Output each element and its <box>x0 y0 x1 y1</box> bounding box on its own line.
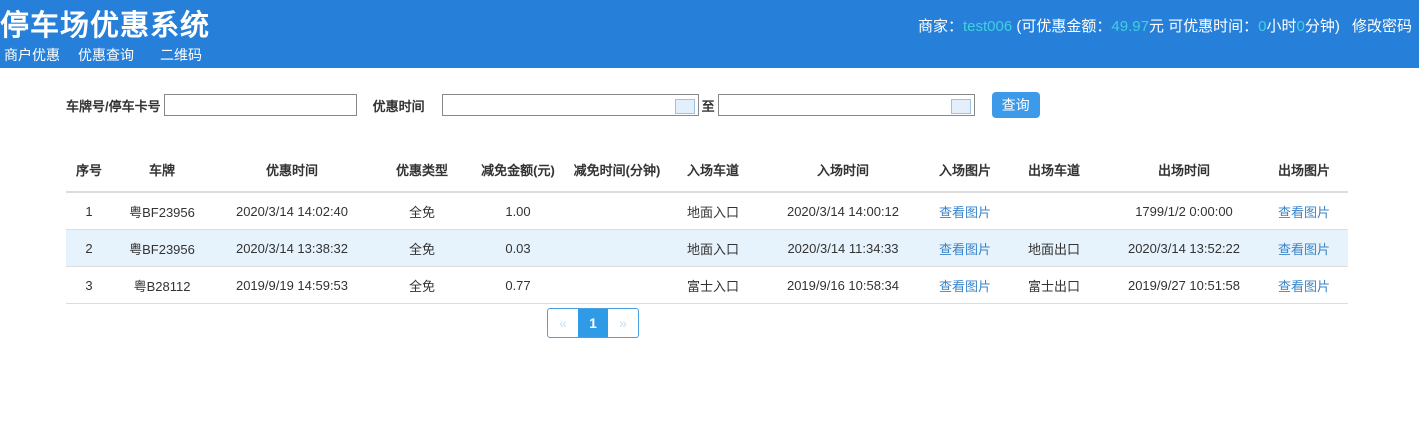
column-header: 优惠类型 <box>372 130 472 193</box>
table-cell: 1799/1/2 0:00:00 <box>1108 192 1260 230</box>
main-nav: 商户优惠 优惠查询 二维码 <box>4 45 220 65</box>
table-cell: 全免 <box>372 229 472 267</box>
column-header: 车牌 <box>112 130 212 193</box>
table-cell: 3 <box>66 266 112 304</box>
view-entry-image-link[interactable]: 查看图片 <box>939 205 991 220</box>
table-cell: 查看图片 <box>1260 192 1348 230</box>
header: 停车场优惠系统 商户优惠 优惠查询 二维码 商家：test006 (可优惠金额：49… <box>0 0 1419 68</box>
change-password-link[interactable]: 修改密码 <box>1352 18 1412 35</box>
plate-label: 车牌号/停车卡号 <box>66 98 161 114</box>
time-label: 优惠时间 <box>372 98 425 114</box>
column-header: 出场图片 <box>1260 130 1348 193</box>
table-cell: 查看图片 <box>930 192 1000 230</box>
prev-page-button[interactable]: « <box>548 309 578 337</box>
table-cell: 1 <box>66 192 112 230</box>
table-cell: 2020/3/14 11:34:33 <box>756 229 930 267</box>
table-cell: 粤BF23956 <box>112 192 212 230</box>
column-header: 入场时间 <box>756 130 930 193</box>
table-cell <box>564 192 670 230</box>
table-cell: 粤BF23956 <box>112 229 212 267</box>
view-exit-image-link[interactable]: 查看图片 <box>1278 279 1330 294</box>
column-header: 出场时间 <box>1108 130 1260 193</box>
table-cell: 查看图片 <box>1260 266 1348 304</box>
column-header: 出场车道 <box>1000 130 1108 193</box>
end-date-input[interactable] <box>717 94 975 116</box>
table-cell <box>1000 192 1108 230</box>
table-cell: 0.03 <box>472 229 564 267</box>
table-cell: 地面入口 <box>670 229 756 267</box>
app-title: 停车场优惠系统 <box>0 10 211 42</box>
table-cell: 2019/9/19 14:59:53 <box>212 266 372 304</box>
column-header: 入场车道 <box>670 130 756 193</box>
column-header: 减免金额(元) <box>472 130 564 193</box>
calendar-icon[interactable] <box>674 99 695 114</box>
table-cell: 粤B28112 <box>112 266 212 304</box>
start-date-input[interactable] <box>441 94 699 116</box>
table-cell <box>564 229 670 267</box>
table-cell: 2020/3/14 14:00:12 <box>756 192 930 230</box>
view-exit-image-link[interactable]: 查看图片 <box>1278 242 1330 257</box>
table-cell: 2019/9/27 10:51:58 <box>1108 266 1260 304</box>
table-cell: 富士入口 <box>670 266 756 304</box>
table-cell: 2020/3/14 13:38:32 <box>212 229 372 267</box>
column-header: 优惠时间 <box>212 130 372 193</box>
nav-qrcode[interactable]: 二维码 <box>160 47 202 63</box>
table-cell: 地面出口 <box>1000 229 1108 267</box>
table-cell: 全免 <box>372 192 472 230</box>
table-row: 3 粤B28112 2019/9/19 14:59:53 全免 0.77 富士入口 2019… <box>66 266 1348 304</box>
time-label: 元 可优惠时间： <box>1148 18 1259 35</box>
nav-merchant-discount[interactable]: 商户优惠 <box>4 47 60 63</box>
view-entry-image-link[interactable]: 查看图片 <box>939 242 991 257</box>
view-exit-image-link[interactable]: 查看图片 <box>1278 205 1330 220</box>
available-minutes: 0 <box>1296 18 1305 35</box>
merchant-label: 商家： <box>917 18 963 35</box>
page-1-button[interactable]: 1 <box>578 309 608 337</box>
table-cell: 2 <box>66 229 112 267</box>
table-cell: 0.77 <box>472 266 564 304</box>
table-cell <box>564 266 670 304</box>
table-cell: 地面入口 <box>670 192 756 230</box>
table-cell: 2020/3/14 14:02:40 <box>212 192 372 230</box>
query-button[interactable]: 查询 <box>991 92 1040 118</box>
search-bar: 车牌号/停车卡号 优惠时间 至 查询 <box>66 92 1040 118</box>
table-cell: 查看图片 <box>930 229 1000 267</box>
available-amount: 49.97 <box>1111 18 1149 35</box>
view-entry-image-link[interactable]: 查看图片 <box>939 279 991 294</box>
table-row: 1 粤BF23956 2020/3/14 14:02:40 全免 1.00 地面入口 202… <box>66 192 1348 230</box>
table-cell: 全免 <box>372 266 472 304</box>
hour-unit: 小时 <box>1266 18 1297 35</box>
discount-table: 序号 车牌 优惠时间 优惠类型 减免金额(元) 减免时间(分钟) 入场车道 入场时间 入场图片出… <box>66 130 1348 304</box>
next-page-button[interactable]: » <box>608 309 638 337</box>
table-row: 2 粤BF23956 2020/3/14 13:38:32 全免 0.03 地面入口 202… <box>66 229 1348 267</box>
merchant-info: 商家：test006 (可优惠金额：49.97元 可优惠时间：0小时0分钟) 修… <box>918 15 1412 36</box>
minute-unit: 分钟) <box>1304 18 1344 35</box>
table-cell: 2019/9/16 10:58:34 <box>756 266 930 304</box>
calendar-icon[interactable] <box>950 99 971 114</box>
table-cell: 查看图片 <box>930 266 1000 304</box>
plate-input[interactable] <box>163 94 357 116</box>
table-cell: 1.00 <box>472 192 564 230</box>
to-label: 至 <box>701 98 715 114</box>
nav-discount-query[interactable]: 优惠查询 <box>78 47 134 63</box>
table-cell: 查看图片 <box>1260 229 1348 267</box>
table-cell: 2020/3/14 13:52:22 <box>1108 229 1260 267</box>
pagination: « 1 » <box>547 308 639 338</box>
table-cell: 富士出口 <box>1000 266 1108 304</box>
amount-label: (可优惠金额： <box>1012 18 1112 35</box>
column-header: 入场图片 <box>930 130 1000 193</box>
merchant-name: test006 <box>963 18 1013 35</box>
column-header: 减免时间(分钟) <box>564 130 670 193</box>
column-header: 序号 <box>66 130 112 193</box>
